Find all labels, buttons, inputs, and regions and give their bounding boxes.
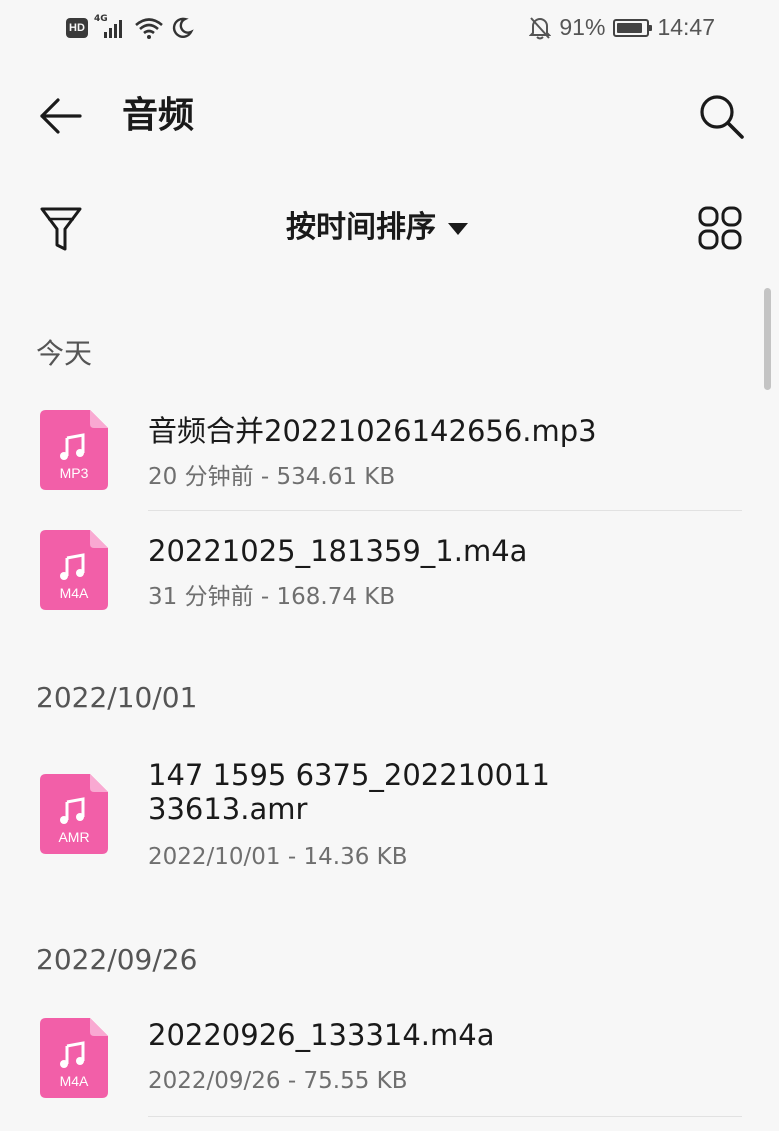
audio-file-icon: AMR xyxy=(40,774,108,854)
mute-bell-icon xyxy=(529,16,552,39)
toolbar: 按时间排序 xyxy=(0,194,779,262)
app-header: 音频 xyxy=(0,80,779,152)
file-meta: 2022/10/01 - 14.36 KB xyxy=(148,844,408,870)
audio-file-icon: M4A xyxy=(40,1018,108,1098)
audio-file-icon: M4A xyxy=(40,530,108,610)
hd-icon: HD xyxy=(66,18,88,38)
divider xyxy=(148,510,742,511)
search-button[interactable] xyxy=(695,90,747,142)
file-type-label: M4A xyxy=(60,1073,89,1089)
section-header-date: 2022/10/01 xyxy=(36,681,198,714)
file-meta: 20 分钟前 - 534.61 KB xyxy=(148,464,396,490)
sort-label: 按时间排序 xyxy=(286,210,436,245)
file-name: 20220926_133314.m4a xyxy=(148,1018,495,1052)
back-button[interactable] xyxy=(36,94,84,138)
sort-dropdown[interactable]: 按时间排序 xyxy=(286,206,468,250)
file-name: 147 1595 6375_20221001133613.amr xyxy=(148,758,550,826)
divider xyxy=(148,1116,742,1117)
caret-down-icon xyxy=(448,223,468,235)
moon-icon xyxy=(172,17,194,38)
section-header-today: 今天 xyxy=(36,337,93,370)
scrollbar[interactable] xyxy=(764,288,771,390)
signal-icon: 4G xyxy=(94,14,128,40)
battery-icon xyxy=(613,18,653,37)
file-name: 音频合并20221026142656.mp3 xyxy=(148,414,597,448)
filter-button[interactable] xyxy=(36,202,86,254)
search-icon xyxy=(700,95,744,139)
file-meta: 31 分钟前 - 168.74 KB xyxy=(148,584,396,610)
battery-percent: 91% xyxy=(559,14,606,40)
file-item[interactable]: M4A 20221025_181359_1.m4a 31 分钟前 - 168.7… xyxy=(0,516,760,630)
grid-view-button[interactable] xyxy=(695,202,745,254)
file-item[interactable]: M4A 20220926_133314.m4a 2022/09/26 - 75.… xyxy=(0,1004,760,1118)
file-name: 20221025_181359_1.m4a xyxy=(148,534,528,568)
filter-icon xyxy=(40,207,82,251)
clock: 14:47 xyxy=(657,14,715,40)
file-item[interactable]: MP3 音频合并20221026142656.mp3 20 分钟前 - 534.… xyxy=(0,396,760,510)
status-left: HD 4G xyxy=(66,14,194,40)
file-item[interactable]: AMR 147 1595 6375_20221001133613.amr 202… xyxy=(0,754,760,886)
grid-view-icon xyxy=(698,206,742,250)
arrow-left-icon xyxy=(40,98,82,134)
status-bar: HD 4G 91% 14:47 xyxy=(0,0,779,62)
page-title: 音频 xyxy=(122,95,195,136)
file-type-label: MP3 xyxy=(60,465,89,481)
file-type-label: AMR xyxy=(58,829,89,845)
wifi-icon xyxy=(135,18,163,39)
audio-file-icon: MP3 xyxy=(40,410,108,490)
status-right: 91% 14:47 xyxy=(529,14,715,41)
file-meta: 2022/09/26 - 75.55 KB xyxy=(148,1068,408,1094)
section-header-date: 2022/09/26 xyxy=(36,943,198,976)
file-type-label: M4A xyxy=(60,585,89,601)
